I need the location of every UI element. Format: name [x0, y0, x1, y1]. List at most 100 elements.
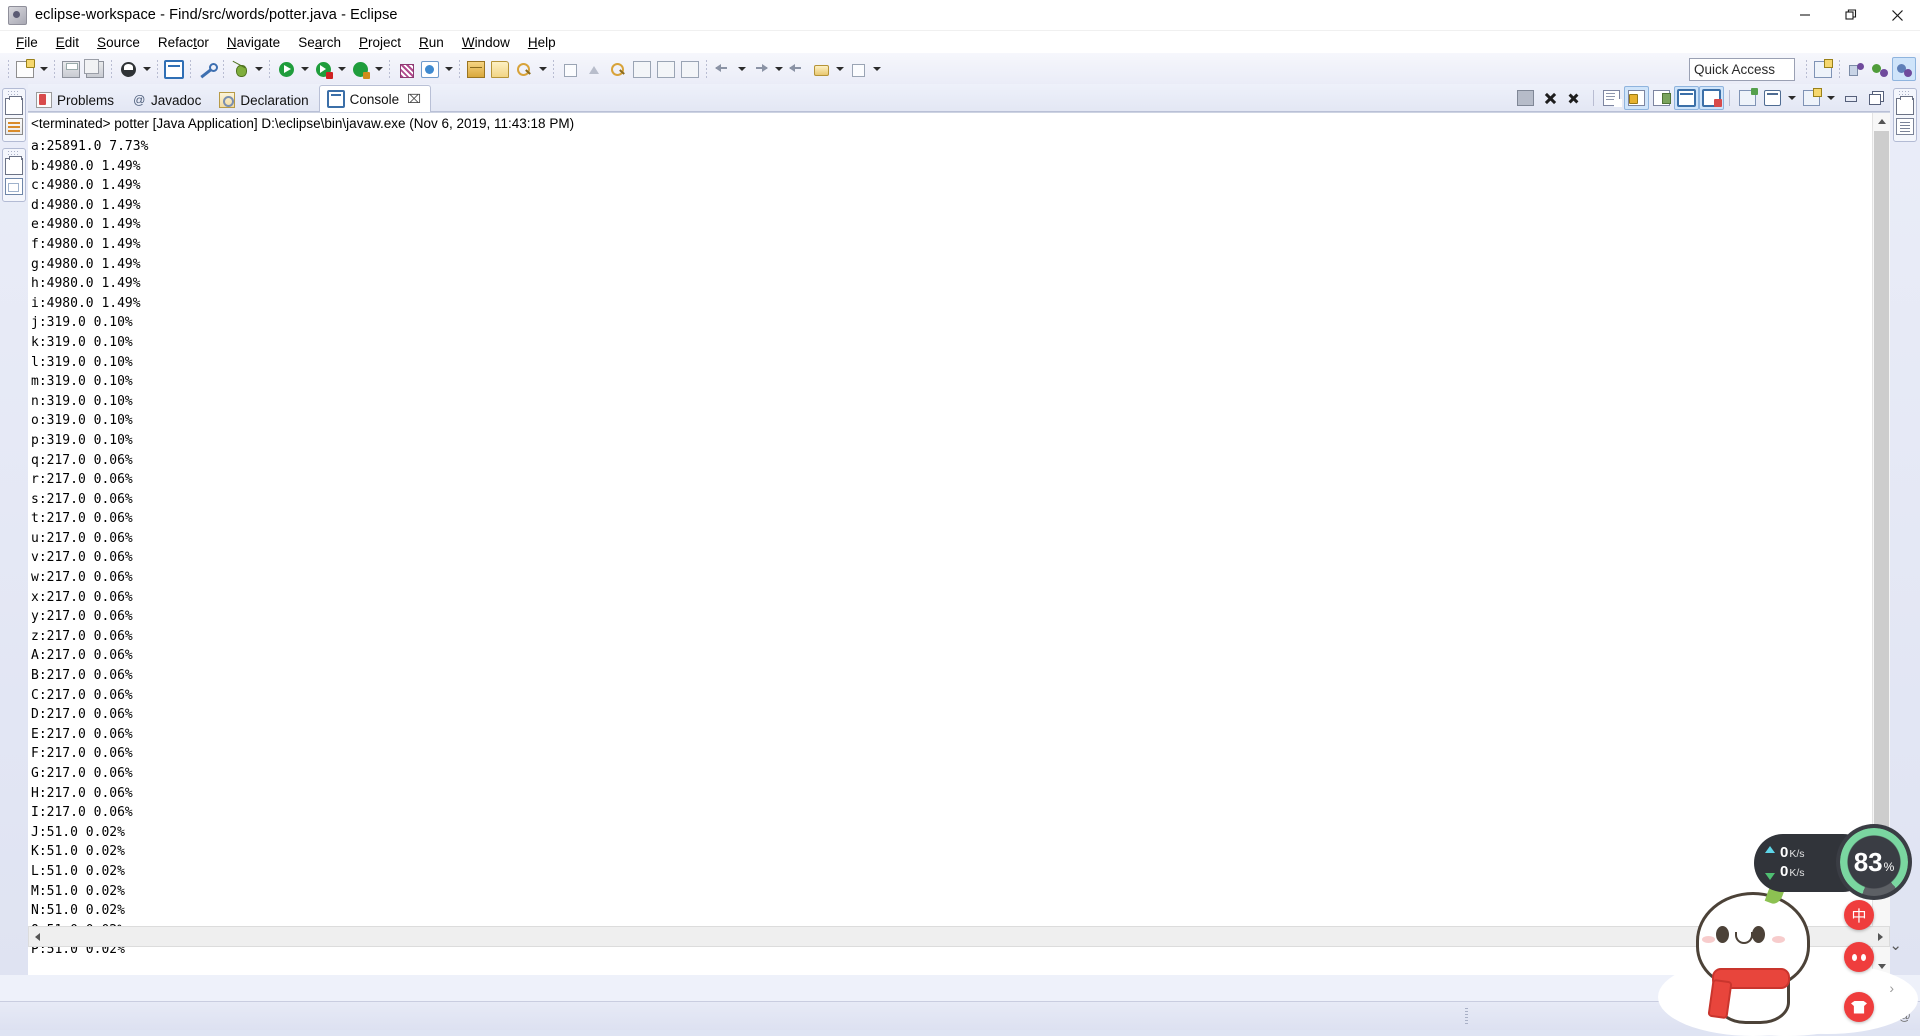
console-vertical-scrollbar[interactable]	[1872, 113, 1890, 975]
clear-console-button[interactable]	[1599, 86, 1624, 110]
word-wrap-button[interactable]	[1649, 86, 1674, 110]
outline-icon[interactable]	[5, 178, 23, 195]
menu-edit[interactable]: Edit	[47, 34, 88, 51]
scroll-thumb[interactable]	[1874, 131, 1889, 866]
display-selected-console-button[interactable]	[1760, 86, 1785, 110]
annotation-icon[interactable]	[630, 57, 654, 81]
console-horizontal-scrollbar[interactable]	[28, 926, 1890, 947]
run-icon[interactable]	[274, 57, 298, 81]
minimize-button[interactable]	[1782, 0, 1828, 30]
status-resize-grip[interactable]	[1465, 1008, 1468, 1024]
yellow-dropdown-arrow[interactable]	[833, 58, 846, 80]
restore-icon[interactable]	[5, 96, 23, 115]
new-java-project-dropdown-arrow[interactable]	[442, 58, 455, 80]
drag-grip[interactable]	[8, 91, 20, 95]
menu-run[interactable]: Run	[410, 34, 453, 51]
open-perspective-icon[interactable]	[1811, 57, 1835, 81]
open-console-button[interactable]	[1799, 86, 1824, 110]
new-wizard-dropdown-arrow[interactable]	[37, 58, 50, 80]
print-icon[interactable]	[162, 57, 186, 81]
ant-build-icon[interactable]	[394, 57, 418, 81]
open-task-icon[interactable]	[606, 57, 630, 81]
open-console-dropdown-arrow[interactable]	[1824, 87, 1838, 109]
console-output-text[interactable]: a:25891.0 7.73% b:4980.0 1.49% c:4980.0 …	[31, 137, 1868, 975]
forward-icon[interactable]	[748, 57, 772, 81]
search-dropdown-arrow[interactable]	[536, 58, 549, 80]
remove-launch-button[interactable]	[1563, 86, 1588, 110]
java-ee-perspective-icon[interactable]	[1844, 57, 1868, 81]
tab-console[interactable]: Console ⌧	[318, 85, 431, 112]
search-icon[interactable]	[512, 57, 536, 81]
external-tools-icon[interactable]	[228, 57, 252, 81]
prev-annotation-icon[interactable]	[678, 57, 702, 81]
scroll-lock-button[interactable]	[1624, 86, 1649, 110]
new-package-icon[interactable]	[464, 57, 488, 81]
external-tools-dropdown-arrow[interactable]	[252, 58, 265, 80]
coverage-dropdown-arrow[interactable]	[372, 58, 385, 80]
debug-perspective-icon[interactable]	[1868, 57, 1892, 81]
tab-problems[interactable]: Problems	[28, 87, 124, 112]
pin-console-button[interactable]	[1735, 86, 1760, 110]
new-java-project-icon[interactable]	[418, 57, 442, 81]
menu-search[interactable]: Search	[289, 34, 350, 51]
forward-dropdown-arrow[interactable]	[772, 58, 785, 80]
book-icon[interactable]	[1829, 1007, 1846, 1025]
hand-cursor-icon[interactable]	[1807, 1009, 1822, 1024]
tab-javadoc[interactable]: @ Javadoc	[124, 87, 211, 112]
maximize-button[interactable]	[1863, 86, 1888, 110]
last-edit-icon[interactable]	[582, 57, 606, 81]
at-icon[interactable]: @	[1897, 1009, 1912, 1024]
menu-source[interactable]: Source	[88, 34, 149, 51]
menu-navigate[interactable]: Navigate	[218, 34, 289, 51]
restore-dropdown-arrow[interactable]	[870, 58, 883, 80]
save-all-icon[interactable]	[83, 57, 107, 81]
menu-file[interactable]: File	[7, 34, 47, 51]
java-perspective-icon[interactable]	[1892, 57, 1916, 81]
save-icon[interactable]	[59, 57, 83, 81]
show-console-on-error-button[interactable]	[1699, 86, 1724, 110]
menu-help[interactable]: Help	[519, 34, 565, 51]
new-wizard-icon[interactable]	[13, 57, 37, 81]
terminate-button[interactable]	[1513, 86, 1538, 110]
fast-view-stack-problems[interactable]	[2, 88, 26, 142]
coverage-icon[interactable]	[348, 57, 372, 81]
back-dropdown-arrow[interactable]	[735, 58, 748, 80]
drag-grip[interactable]	[1899, 91, 1911, 95]
scroll-right-arrow[interactable]	[1872, 928, 1889, 945]
back-history-icon[interactable]	[785, 57, 809, 81]
fast-view-stack-console[interactable]	[1893, 88, 1917, 142]
chevron-right-icon[interactable]: ›	[1889, 980, 1894, 996]
down-arrow-icon[interactable]	[711, 57, 735, 81]
tab-declaration[interactable]: Declaration	[211, 87, 318, 112]
scroll-down-arrow[interactable]	[1873, 958, 1890, 975]
run-as-dropdown-arrow[interactable]	[335, 58, 348, 80]
pen-icon[interactable]	[1875, 1009, 1890, 1024]
restore-icon[interactable]	[5, 156, 23, 175]
remove-all-terminated-button[interactable]	[1538, 86, 1563, 110]
show-console-on-output-button[interactable]	[1674, 86, 1699, 110]
drag-grip[interactable]	[8, 151, 20, 155]
run-as-icon[interactable]	[311, 57, 335, 81]
menu-refactor[interactable]: Refactor	[149, 34, 218, 51]
debug-icon[interactable]	[116, 57, 140, 81]
close-icon[interactable]: ⌧	[407, 92, 421, 106]
debug-dropdown-arrow[interactable]	[140, 58, 153, 80]
quick-access-input[interactable]: Quick Access	[1689, 58, 1795, 81]
run-dropdown-arrow[interactable]	[298, 58, 311, 80]
yellow-arrow-icon[interactable]	[809, 57, 833, 81]
restore-button[interactable]	[1828, 0, 1874, 30]
scroll-up-arrow[interactable]	[1873, 113, 1890, 130]
new-class-icon[interactable]	[488, 57, 512, 81]
menu-window[interactable]: Window	[453, 34, 519, 51]
cap-icon[interactable]	[1853, 1009, 1868, 1024]
console-icon[interactable]	[1896, 118, 1914, 135]
open-type-icon[interactable]	[558, 57, 582, 81]
restore-icon[interactable]	[1896, 96, 1914, 115]
scroll-left-arrow[interactable]	[29, 928, 46, 945]
fast-view-stack-outline[interactable]	[2, 148, 26, 202]
display-console-dropdown-arrow[interactable]	[1785, 87, 1799, 109]
link-icon[interactable]	[195, 57, 219, 81]
problems-icon[interactable]	[5, 118, 23, 135]
menu-project[interactable]: Project	[350, 34, 410, 51]
close-button[interactable]	[1874, 0, 1920, 30]
